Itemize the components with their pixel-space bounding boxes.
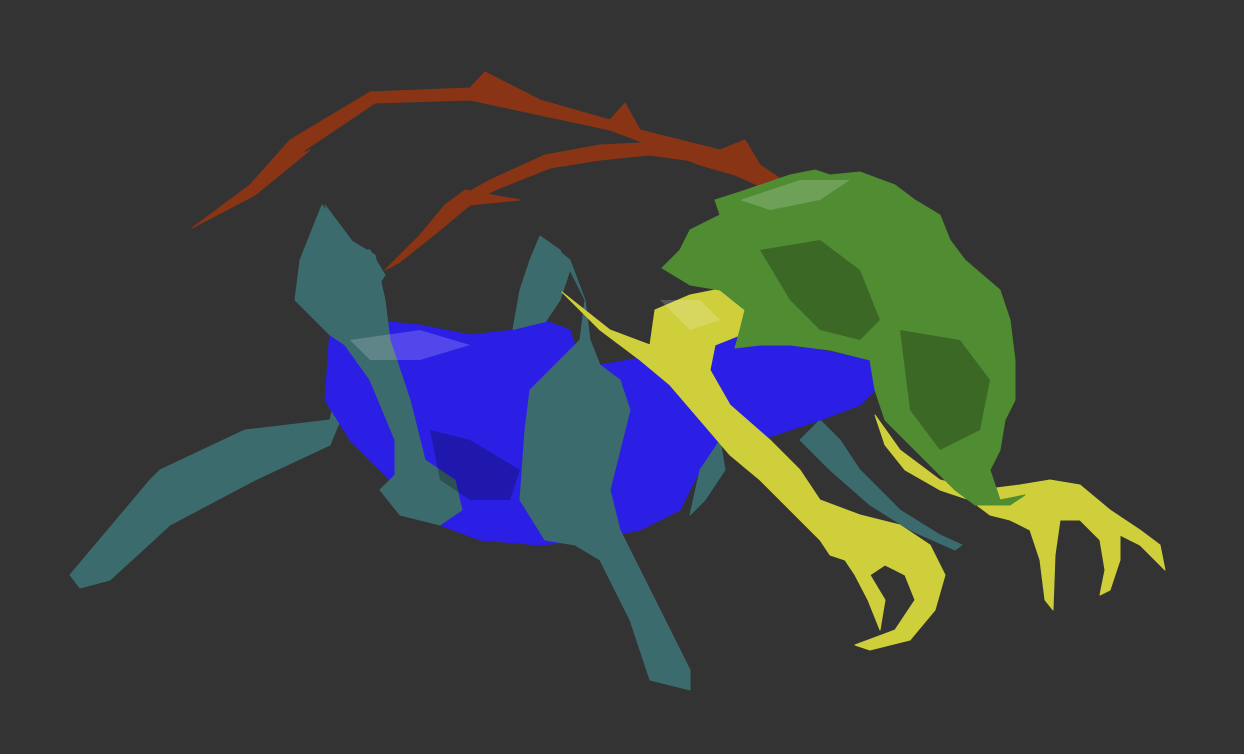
creature-model[interactable] [0, 0, 1244, 754]
3d-viewport[interactable] [0, 0, 1244, 754]
